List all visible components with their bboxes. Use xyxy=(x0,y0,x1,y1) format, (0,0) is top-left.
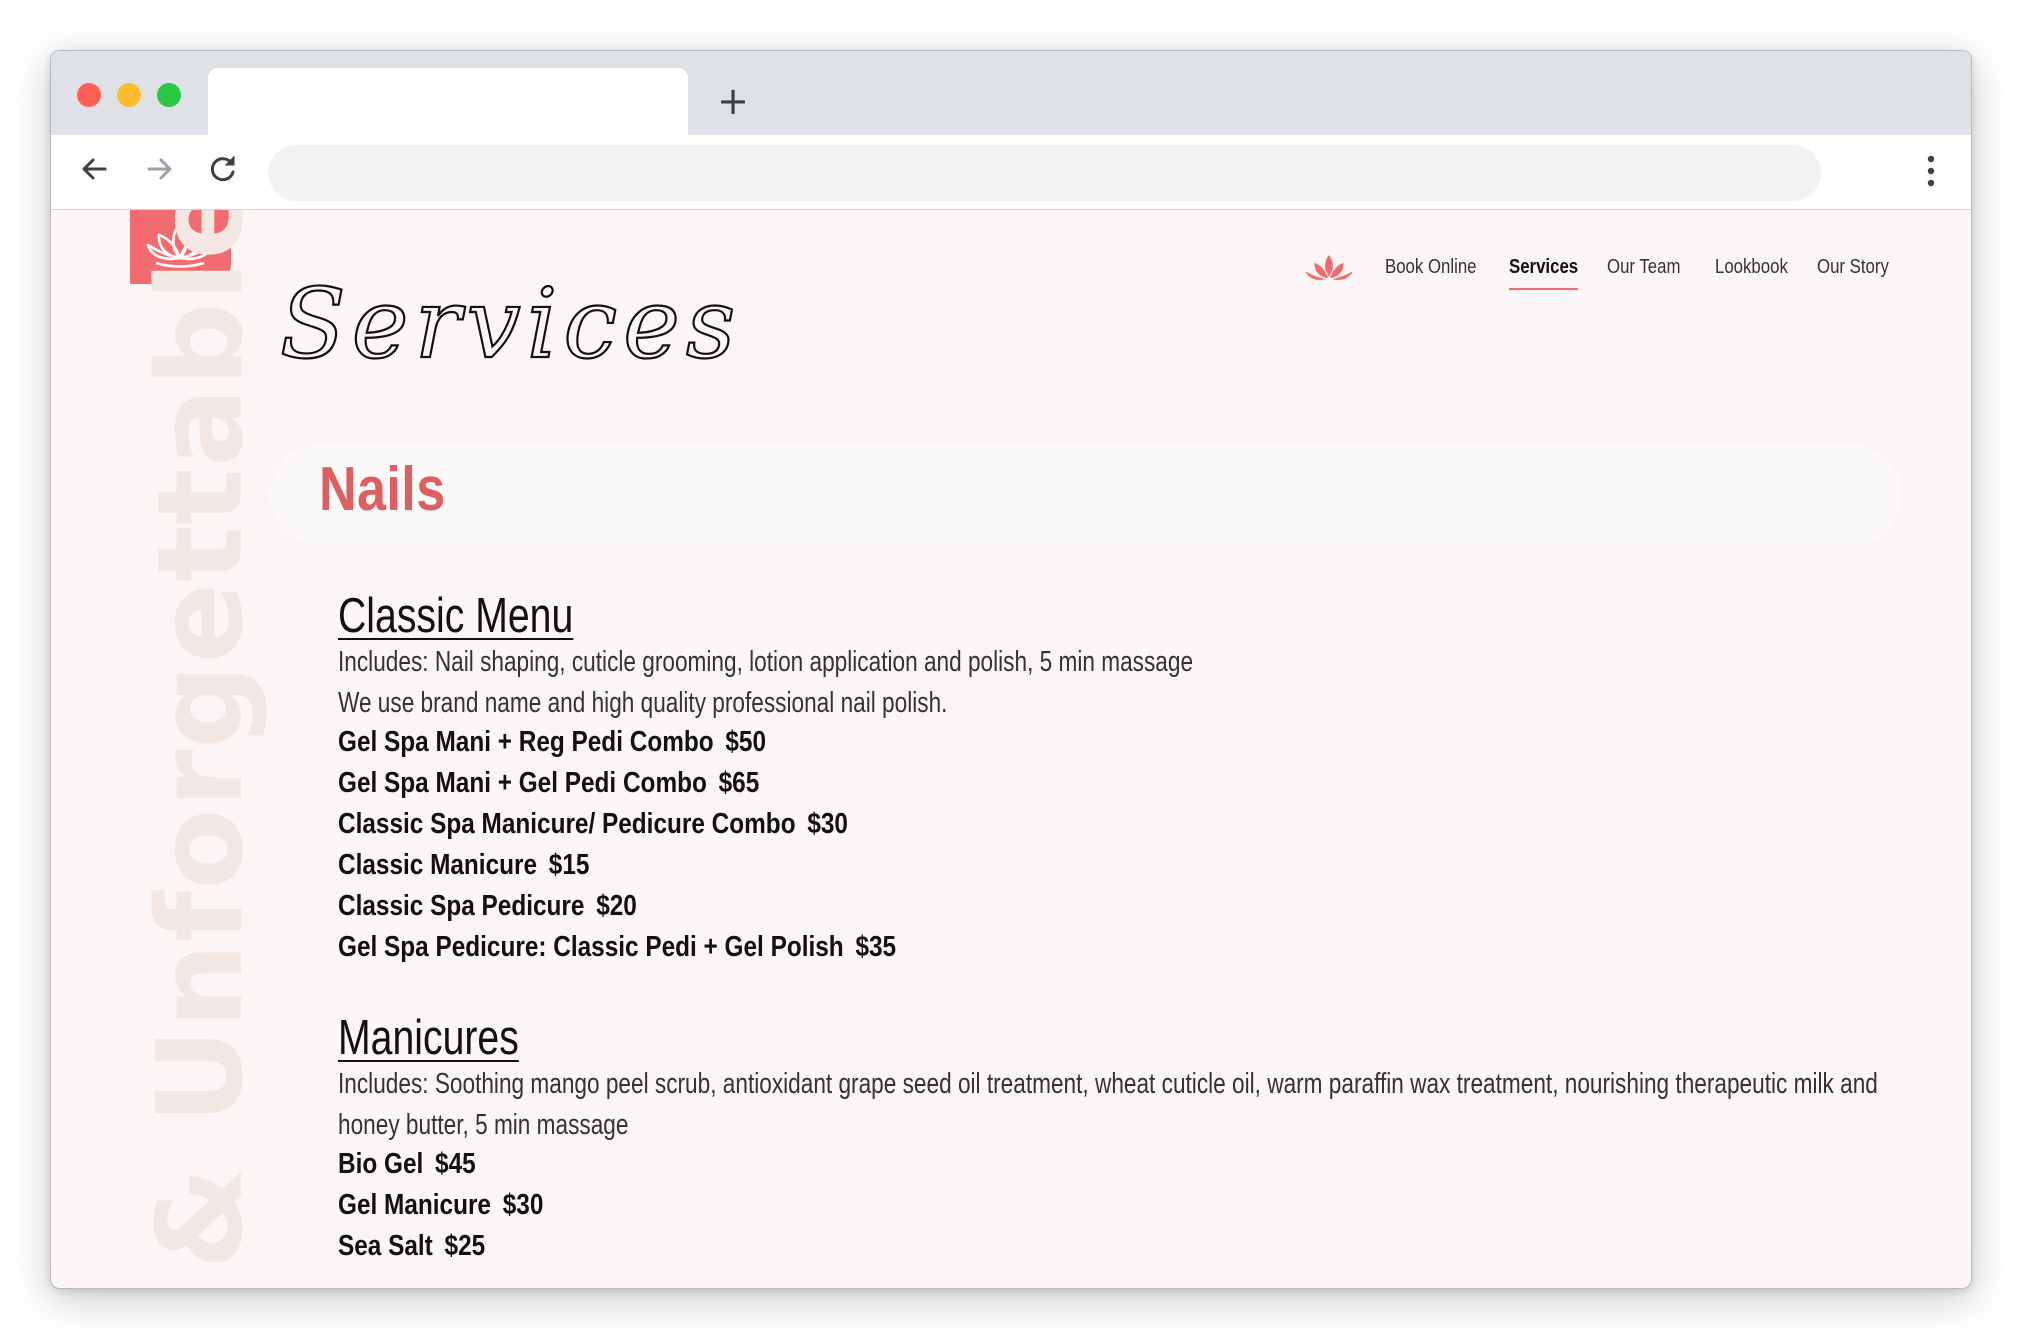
arrow-left-icon xyxy=(82,158,107,180)
page-title: Services xyxy=(280,268,741,380)
maximize-window-button[interactable] xyxy=(157,83,181,107)
service-price: $15 xyxy=(548,849,590,881)
section-title: Nails xyxy=(319,455,446,524)
forward-button[interactable] xyxy=(137,147,181,191)
service-item: Classic Manicure $15 xyxy=(338,849,589,882)
service-name: Classic Spa Manicure/ Pedicure Combo xyxy=(338,808,796,840)
nav-book-online[interactable]: Book Online xyxy=(1385,256,1477,279)
service-name: Gel Spa Mani + Gel Pedi Combo xyxy=(338,767,707,799)
service-item: Classic Spa Pedicure $20 xyxy=(338,890,637,923)
menu-description: honey butter, 5 min massage xyxy=(338,1109,629,1141)
reload-icon xyxy=(210,156,235,182)
menu-description: Includes: Nail shaping, cuticle grooming… xyxy=(338,646,1194,678)
browser-menu-button[interactable] xyxy=(1911,149,1951,193)
service-name: Sea Salt xyxy=(338,1230,433,1262)
nav-services[interactable]: Services xyxy=(1509,256,1578,279)
arrow-right-icon xyxy=(147,158,172,180)
service-item: Gel Manicure $30 xyxy=(338,1189,543,1222)
service-name: Gel Spa Mani + Reg Pedi Combo xyxy=(338,726,714,758)
service-name: Classic Spa Pedicure xyxy=(338,890,585,922)
tab-strip: + xyxy=(51,51,1971,135)
service-price: $30 xyxy=(502,1189,544,1221)
service-price: $65 xyxy=(718,767,760,799)
service-item: Gel Spa Mani + Gel Pedi Combo $65 xyxy=(338,767,759,800)
close-window-button[interactable] xyxy=(77,83,101,107)
service-item: Bio Gel $45 xyxy=(338,1148,476,1181)
back-button[interactable] xyxy=(73,147,117,191)
service-price: $50 xyxy=(725,726,767,758)
menu-description: We use brand name and high quality profe… xyxy=(338,687,948,719)
minimize-window-button[interactable] xyxy=(117,83,141,107)
reload-button[interactable] xyxy=(201,147,245,191)
service-item: Classic Spa Manicure/ Pedicure Combo $30 xyxy=(338,808,848,841)
lotus-icon xyxy=(1302,253,1356,282)
service-item: Gel Spa Mani + Reg Pedi Combo $50 xyxy=(338,726,766,759)
menu-heading: Classic Menu xyxy=(338,589,574,643)
browser-toolbar xyxy=(51,135,1971,210)
web-page: & Unforgettable Book Online Services Our… xyxy=(51,210,1971,1288)
service-name: Gel Spa Pedicure: Classic Pedi + Gel Pol… xyxy=(338,931,844,963)
kebab-menu-icon xyxy=(1927,155,1935,187)
service-name: Classic Manicure xyxy=(338,849,538,881)
menu-description: Includes: Soothing mango peel scrub, ant… xyxy=(338,1068,1878,1100)
service-price: $30 xyxy=(807,808,848,840)
new-tab-button[interactable]: + xyxy=(713,81,753,121)
nav-lookbook[interactable]: Lookbook xyxy=(1715,256,1788,279)
service-item: Sea Salt $25 xyxy=(338,1230,485,1263)
address-bar[interactable] xyxy=(268,145,1821,201)
section-header-bar xyxy=(270,445,1902,545)
service-price: $20 xyxy=(596,890,637,922)
active-nav-underline xyxy=(1509,288,1578,290)
page-title-script: Services xyxy=(279,267,741,381)
nav-our-team[interactable]: Our Team xyxy=(1607,256,1680,279)
service-name: Bio Gel xyxy=(338,1148,424,1180)
service-price: $45 xyxy=(435,1148,476,1180)
browser-window: + & Unforgettable Book Online Services O… xyxy=(50,50,1972,1289)
service-name: Gel Manicure xyxy=(338,1189,491,1221)
browser-tab[interactable] xyxy=(208,68,688,135)
service-item: Gel Spa Pedicure: Classic Pedi + Gel Pol… xyxy=(338,931,896,964)
service-price: $35 xyxy=(855,931,897,963)
service-price: $25 xyxy=(444,1230,486,1262)
vertical-tagline: & Unforgettable xyxy=(131,210,269,1270)
menu-heading: Manicures xyxy=(338,1011,519,1065)
nav-our-story[interactable]: Our Story xyxy=(1817,256,1889,279)
